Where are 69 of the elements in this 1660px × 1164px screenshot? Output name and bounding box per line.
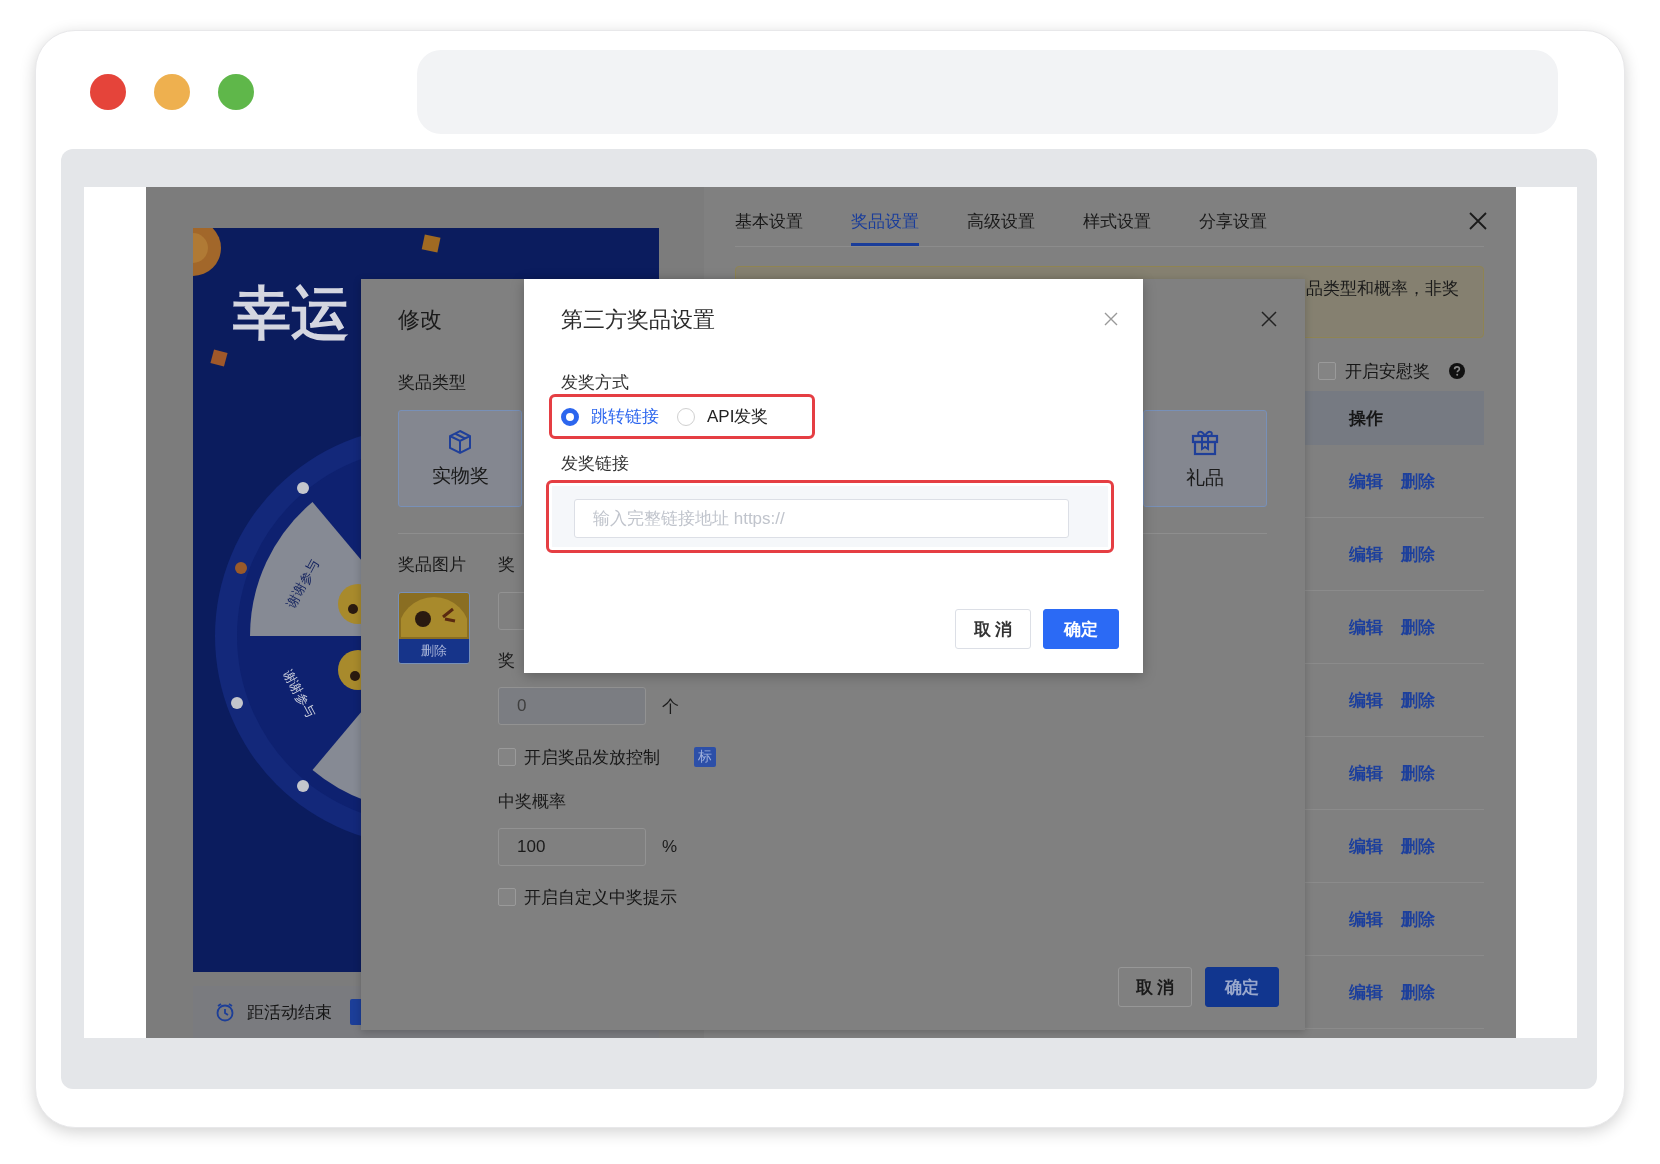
table-action-link[interactable]: 编辑: [1349, 542, 1383, 566]
modal-button[interactable]: 取 消: [1118, 967, 1192, 1007]
table-action-link[interactable]: 编辑: [1349, 615, 1383, 639]
table-action-link[interactable]: 编辑: [1349, 761, 1383, 785]
coin-icon: [193, 228, 221, 276]
close-icon[interactable]: [1261, 311, 1277, 327]
settings-tab[interactable]: 高级设置: [967, 210, 1035, 246]
countdown-label: 距活动结束: [247, 1001, 332, 1024]
confetti-icon: [421, 234, 441, 254]
tag-badge: 标: [694, 747, 716, 767]
field-label: 奖品图片: [398, 554, 467, 576]
table-action-link[interactable]: 删除: [1401, 469, 1435, 493]
dialog-button[interactable]: 取 消: [955, 609, 1031, 649]
settings-tab[interactable]: 基本设置: [735, 210, 803, 246]
unit-label: %: [662, 837, 678, 857]
field-label: 奖: [498, 650, 515, 672]
radio-label[interactable]: API发奖: [707, 405, 769, 428]
modal-button[interactable]: 确定: [1205, 967, 1279, 1007]
table-action-link[interactable]: 删除: [1401, 980, 1435, 1004]
window-control-dot[interactable]: [154, 74, 190, 110]
cube-icon: [447, 428, 473, 455]
checkbox-label: 开启奖品发放控制: [524, 746, 660, 769]
wheel-label: 谢谢参与: [282, 556, 323, 612]
settings-tab[interactable]: 分享设置: [1199, 210, 1267, 246]
wheel-label: 谢谢参与: [279, 666, 320, 722]
table-action-link[interactable]: 删除: [1401, 907, 1435, 931]
delete-image-button[interactable]: 删除: [399, 639, 469, 663]
dialog-button[interactable]: 确定: [1043, 609, 1119, 649]
confetti-icon: [209, 348, 229, 368]
checkbox[interactable]: [1318, 362, 1336, 380]
prize-type-card[interactable]: 实物奖: [398, 410, 522, 507]
window-control-dot[interactable]: [218, 74, 254, 110]
table-action-link[interactable]: 编辑: [1349, 834, 1383, 858]
dialog-title: 第三方奖品设置: [561, 307, 715, 332]
field-label: 中奖概率: [498, 791, 566, 813]
table-action-link[interactable]: 删除: [1401, 615, 1435, 639]
unit-label: 个: [662, 695, 679, 718]
radio-button[interactable]: [561, 407, 579, 426]
probability-input[interactable]: 100: [498, 828, 646, 866]
checkbox[interactable]: [498, 748, 516, 766]
window-control-dot[interactable]: [90, 74, 126, 110]
link-input[interactable]: 输入完整链接地址 https://: [574, 499, 1069, 538]
help-icon[interactable]: [1449, 363, 1465, 379]
field-label: 发奖链接: [561, 453, 629, 475]
table-action-link[interactable]: 删除: [1401, 688, 1435, 712]
table-action-link[interactable]: 删除: [1401, 761, 1435, 785]
poster-title: 幸运: [233, 284, 349, 342]
table-action-link[interactable]: 编辑: [1349, 469, 1383, 493]
table-action-link[interactable]: 编辑: [1349, 688, 1383, 712]
settings-tab[interactable]: 样式设置: [1083, 210, 1151, 246]
field-label: 奖品类型: [398, 372, 466, 394]
clock-icon: [215, 1002, 235, 1022]
table-action-link[interactable]: 编辑: [1349, 907, 1383, 931]
table-action-link[interactable]: 删除: [1401, 542, 1435, 566]
modal-title: 修改: [398, 307, 442, 332]
checkbox[interactable]: [498, 888, 516, 906]
close-icon[interactable]: [1469, 212, 1487, 230]
prize-type-card[interactable]: 礼品: [1143, 410, 1267, 507]
close-icon[interactable]: [1104, 312, 1118, 326]
field-label: 奖: [498, 554, 515, 576]
notice-text: 品类型和概率，非奖: [1306, 278, 1459, 300]
column-header: 操作: [1347, 407, 1384, 430]
table-action-link[interactable]: 删除: [1401, 834, 1435, 858]
field-label: 发奖方式: [561, 372, 629, 394]
checkbox-label: 开启安慰奖: [1345, 360, 1430, 383]
table-action-link[interactable]: 编辑: [1349, 980, 1383, 1004]
radio-label[interactable]: 跳转链接: [591, 405, 659, 428]
settings-tab[interactable]: 奖品设置: [851, 210, 919, 246]
checkbox-label: 开启自定义中奖提示: [524, 886, 677, 909]
